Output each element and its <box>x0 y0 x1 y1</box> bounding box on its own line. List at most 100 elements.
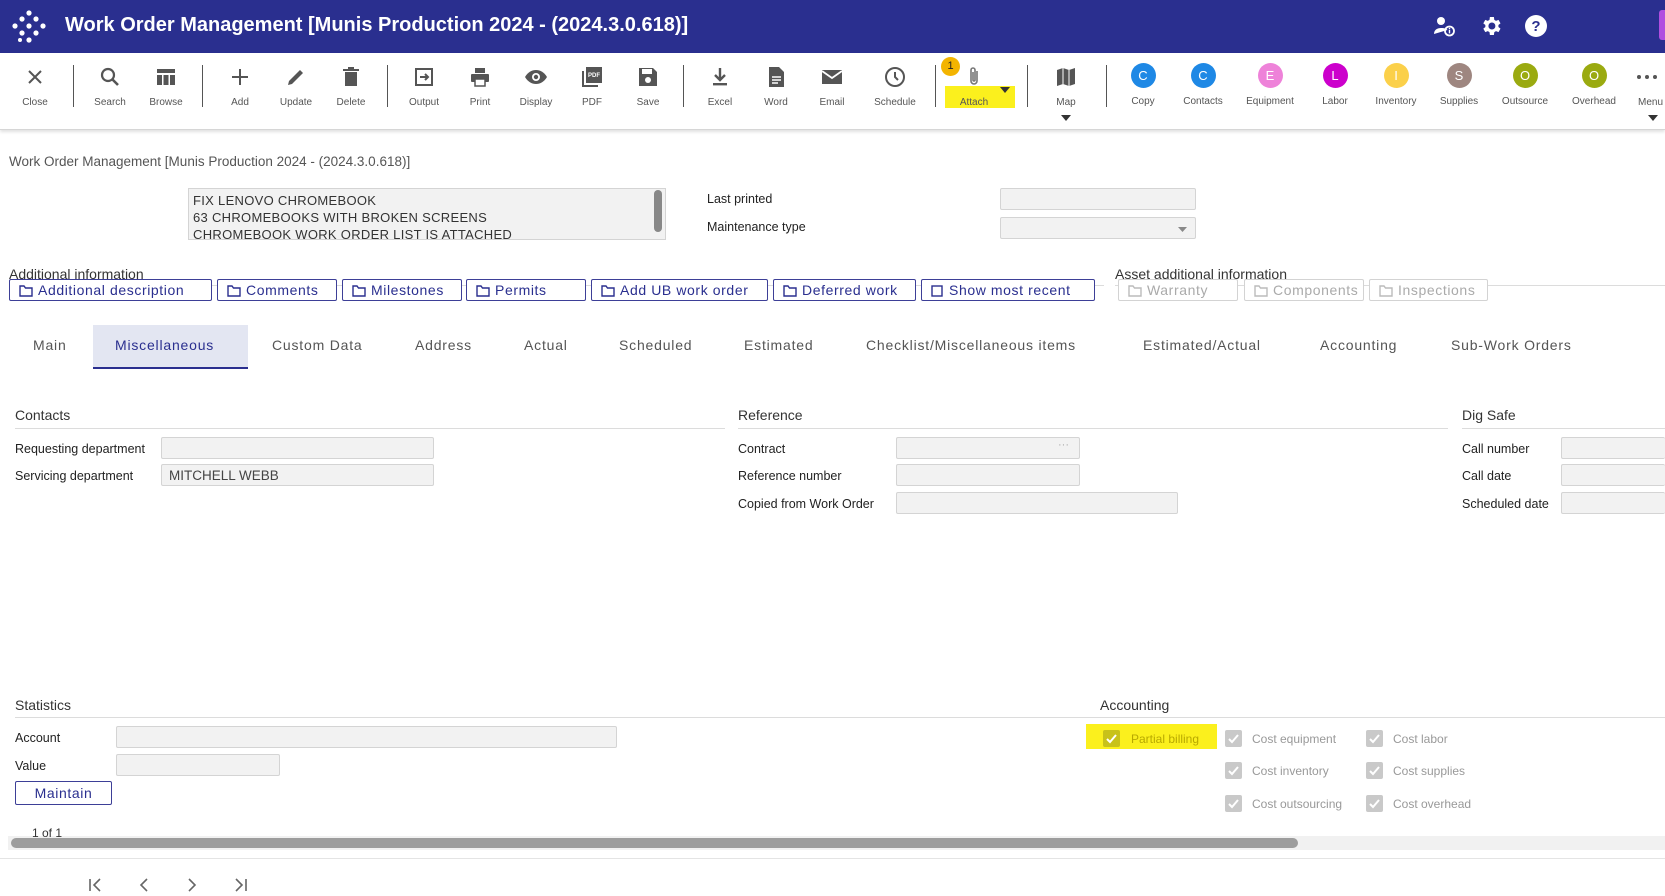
tab-scheduled[interactable]: Scheduled <box>619 325 692 369</box>
last-printed-field[interactable] <box>1000 188 1196 210</box>
printer-icon <box>471 68 489 87</box>
map-button[interactable]: Map <box>1036 61 1096 121</box>
cost-outsourcing-label: Cost outsourcing <box>1252 797 1343 811</box>
supplies-button[interactable]: S Supplies <box>1429 61 1489 121</box>
first-page-icon[interactable] <box>88 878 104 892</box>
cost-outsourcing-checkbox[interactable] <box>1225 795 1242 812</box>
additional-description-button[interactable]: Additional description <box>9 279 212 301</box>
account-label: Account <box>15 731 61 745</box>
milestones-button[interactable]: Milestones <box>342 279 462 301</box>
last-page-icon[interactable] <box>232 878 248 892</box>
maintain-button[interactable]: Maintain <box>15 781 112 805</box>
last-printed-label: Last printed <box>707 192 773 206</box>
value-label: Value <box>15 759 47 773</box>
inspections-button[interactable]: Inspections <box>1369 279 1488 301</box>
tab-accounting[interactable]: Accounting <box>1320 325 1397 369</box>
account-field[interactable] <box>116 726 617 748</box>
copy-button[interactable]: C Copy <box>1113 61 1173 121</box>
labor-button[interactable]: L Labor <box>1305 61 1365 121</box>
settings-gear-icon[interactable] <box>1479 14 1503 38</box>
chevron-down-icon[interactable] <box>1000 87 1010 93</box>
update-button[interactable]: Update <box>266 61 326 121</box>
contacts-title: Contacts <box>15 407 71 423</box>
cost-labor-checkbox[interactable] <box>1366 730 1383 747</box>
tab-main[interactable]: Main <box>33 325 67 369</box>
tab-sub-work-orders[interactable]: Sub-Work Orders <box>1451 325 1572 369</box>
print-button[interactable]: Print <box>450 61 510 121</box>
copy-letter-icon: C <box>1130 63 1156 88</box>
divider <box>1462 428 1665 429</box>
tab-address[interactable]: Address <box>415 325 472 369</box>
chevron-down-icon[interactable] <box>1061 115 1071 121</box>
call-date-field[interactable] <box>1561 464 1665 486</box>
help-icon[interactable]: ? <box>1524 14 1548 38</box>
requesting-department-field[interactable] <box>161 437 434 459</box>
folder-icon <box>1128 285 1142 297</box>
add-button[interactable]: Add <box>210 61 270 121</box>
deferred-work-button[interactable]: Deferred work <box>773 279 916 301</box>
partial-billing-checkbox[interactable] <box>1103 730 1120 747</box>
user-info-icon[interactable] <box>1432 14 1456 38</box>
pdf-button[interactable]: PDF PDF <box>562 61 622 121</box>
email-button[interactable]: Email <box>802 61 862 121</box>
title-bar: Work Order Management [Munis Production … <box>0 0 1665 53</box>
save-button[interactable]: Save <box>618 61 678 121</box>
comments-button[interactable]: Comments <box>217 279 337 301</box>
word-button[interactable]: Word <box>746 61 806 121</box>
divider <box>15 428 725 429</box>
chevron-down-icon[interactable] <box>1648 115 1658 121</box>
contract-field[interactable]: ··· <box>896 437 1080 459</box>
tab-actual[interactable]: Actual <box>524 325 568 369</box>
textarea-scrollbar[interactable] <box>654 190 662 232</box>
cost-equipment-checkbox[interactable] <box>1225 730 1242 747</box>
warranty-button[interactable]: Warranty <box>1118 279 1238 301</box>
equipment-button[interactable]: E Equipment <box>1240 61 1300 121</box>
cost-overhead-label: Cost overhead <box>1393 797 1472 811</box>
tab-miscellaneous[interactable]: Miscellaneous <box>93 325 248 369</box>
scheduled-date-field[interactable] <box>1561 492 1665 514</box>
outsource-button[interactable]: O Outsource <box>1495 61 1555 121</box>
delete-button[interactable]: Delete <box>321 61 381 121</box>
folder-icon <box>783 285 797 297</box>
close-button[interactable]: Close <box>5 61 65 121</box>
divider <box>738 428 1448 429</box>
side-tab[interactable] <box>1659 10 1665 40</box>
next-page-icon[interactable] <box>186 878 198 892</box>
browse-button[interactable]: Browse <box>136 61 196 121</box>
lookup-ellipsis-icon[interactable]: ··· <box>1058 439 1069 451</box>
tab-estimated-actual[interactable]: Estimated/Actual <box>1143 325 1261 369</box>
horizontal-scrollbar-thumb[interactable] <box>11 838 1298 848</box>
reference-number-field[interactable] <box>896 464 1080 486</box>
overhead-button[interactable]: O Overhead <box>1564 61 1624 121</box>
copied-from-field[interactable] <box>896 492 1178 514</box>
maintenance-type-select[interactable] <box>1000 217 1196 239</box>
contacts-letter-icon: C <box>1190 63 1216 88</box>
components-button[interactable]: Components <box>1244 279 1364 301</box>
permits-button[interactable]: Permits <box>466 279 586 301</box>
search-button[interactable]: Search <box>80 61 140 121</box>
tab-estimated[interactable]: Estimated <box>744 325 813 369</box>
display-button[interactable]: Display <box>506 61 566 121</box>
servicing-department-field[interactable]: MITCHELL WEBB <box>161 464 434 486</box>
call-number-field[interactable] <box>1561 437 1665 459</box>
tab-checklist[interactable]: Checklist/Miscellaneous items <box>866 325 1076 369</box>
value-field[interactable] <box>116 754 280 776</box>
menu-button[interactable]: Menu <box>1626 61 1665 121</box>
show-most-recent-button[interactable]: Show most recent <box>921 279 1095 301</box>
previous-page-icon[interactable] <box>138 878 150 892</box>
schedule-button[interactable]: Schedule <box>865 61 925 121</box>
cost-inventory-checkbox[interactable] <box>1225 762 1242 779</box>
contacts-button[interactable]: C Contacts <box>1173 61 1233 121</box>
tab-custom-data[interactable]: Custom Data <box>272 325 363 369</box>
output-button[interactable]: Output <box>394 61 454 121</box>
download-icon <box>713 68 727 86</box>
description-textarea[interactable]: FIX LENOVO CHROMEBOOK 63 CHROMEBOOKS WIT… <box>188 188 666 240</box>
horizontal-scrollbar-track[interactable] <box>8 836 1665 850</box>
toolbar: Close Search Browse Add Update Delete Ou… <box>0 53 1665 130</box>
cost-supplies-checkbox[interactable] <box>1366 762 1383 779</box>
cost-overhead-checkbox[interactable] <box>1366 795 1383 812</box>
add-ub-work-order-button[interactable]: Add UB work order <box>591 279 768 301</box>
inventory-button[interactable]: I Inventory <box>1366 61 1426 121</box>
outsource-letter-icon: O <box>1512 63 1538 88</box>
excel-button[interactable]: Excel <box>690 61 750 121</box>
